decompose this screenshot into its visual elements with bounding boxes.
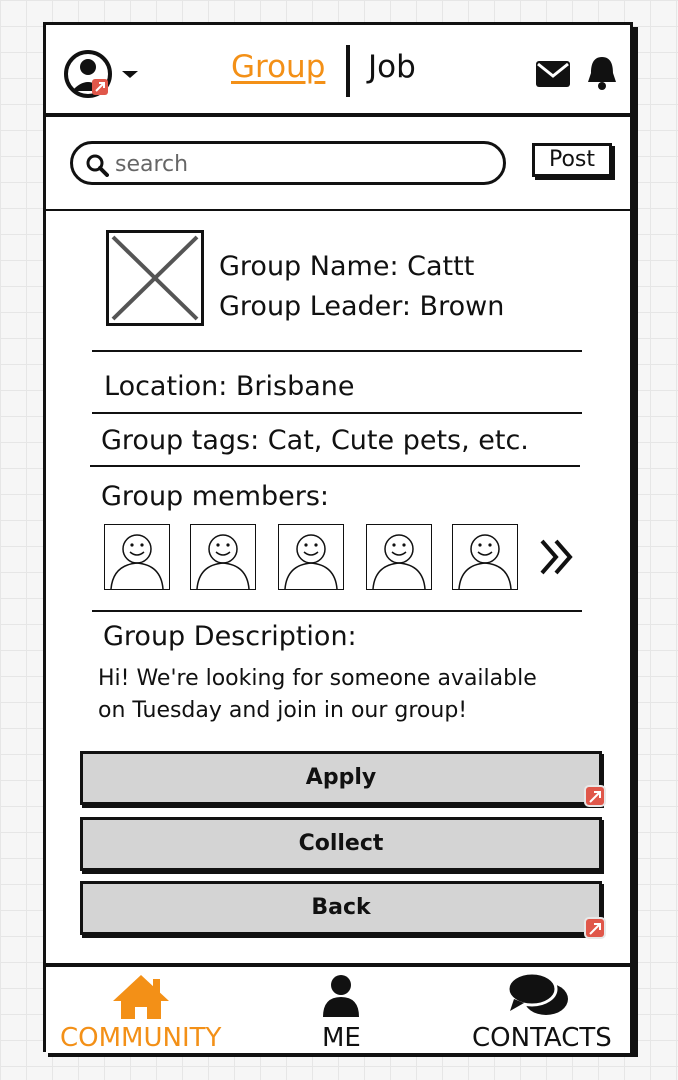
back-button[interactable]: Back: [80, 881, 602, 935]
nav-contacts[interactable]: CONTACTS: [466, 967, 626, 1053]
person-icon: [323, 975, 359, 1017]
member-avatar[interactable]: [452, 524, 518, 590]
person-sketch-icon: [196, 534, 250, 589]
group-image-placeholder: [106, 230, 204, 326]
divider: [90, 465, 580, 467]
apply-button[interactable]: Apply: [80, 751, 602, 805]
double-chevron-right-icon[interactable]: [536, 537, 576, 577]
home-icon: [113, 975, 169, 1019]
tab-separator: [346, 45, 350, 97]
chevron-down-icon: [122, 71, 138, 78]
profile-menu[interactable]: [64, 47, 144, 103]
person-sketch-icon: [284, 534, 338, 589]
mail-icon[interactable]: [536, 61, 570, 87]
description-line: on Tuesday and join in our group!: [98, 698, 468, 723]
bottom-nav: COMMUNITY ME CONTACTS: [46, 963, 630, 1053]
member-avatar[interactable]: [366, 524, 432, 590]
top-header: Group Job: [46, 25, 630, 117]
tab-job[interactable]: Job: [368, 49, 416, 85]
search-input[interactable]: [113, 148, 497, 180]
bell-icon[interactable]: [586, 55, 618, 91]
person-sketch-icon: [458, 534, 512, 589]
group-description: Hi! We're looking for someone available …: [98, 663, 578, 727]
search-box: [70, 141, 506, 185]
description-line: Hi! We're looking for someone available: [98, 666, 537, 691]
member-avatar[interactable]: [104, 524, 170, 590]
group-tags: Group tags: Cat, Cute pets, etc.: [101, 425, 529, 456]
person-sketch-icon: [110, 534, 164, 589]
nav-label-me: ME: [322, 1023, 361, 1053]
phone-frame: Group Job Post Group Name: Cattt Group: [43, 22, 633, 1053]
link-icon: [584, 917, 606, 939]
group-members-label: Group members:: [101, 481, 330, 512]
link-icon: [584, 785, 606, 807]
collect-button[interactable]: Collect: [80, 817, 602, 871]
member-avatar[interactable]: [190, 524, 256, 590]
member-avatar[interactable]: [278, 524, 344, 590]
group-location: Location: Brisbane: [104, 371, 355, 402]
nav-label-community: COMMUNITY: [60, 1023, 222, 1053]
nav-label-contacts: CONTACTS: [472, 1023, 612, 1053]
nav-community[interactable]: COMMUNITY: [56, 967, 236, 1053]
avatar-icon: [64, 50, 138, 98]
divider: [92, 610, 582, 612]
group-leader: Group Leader: Brown: [219, 291, 505, 322]
chat-icon: [506, 971, 568, 1015]
search-row: Post: [46, 117, 630, 211]
tab-group[interactable]: Group: [231, 49, 325, 85]
nav-me[interactable]: ME: [296, 967, 386, 1053]
divider: [92, 412, 582, 414]
search-icon: [86, 154, 109, 177]
divider: [92, 350, 582, 352]
person-sketch-icon: [372, 534, 426, 589]
group-name: Group Name: Cattt: [219, 251, 475, 282]
image-placeholder-icon: [111, 235, 199, 321]
group-description-label: Group Description:: [103, 621, 357, 652]
post-button[interactable]: Post: [532, 143, 612, 177]
